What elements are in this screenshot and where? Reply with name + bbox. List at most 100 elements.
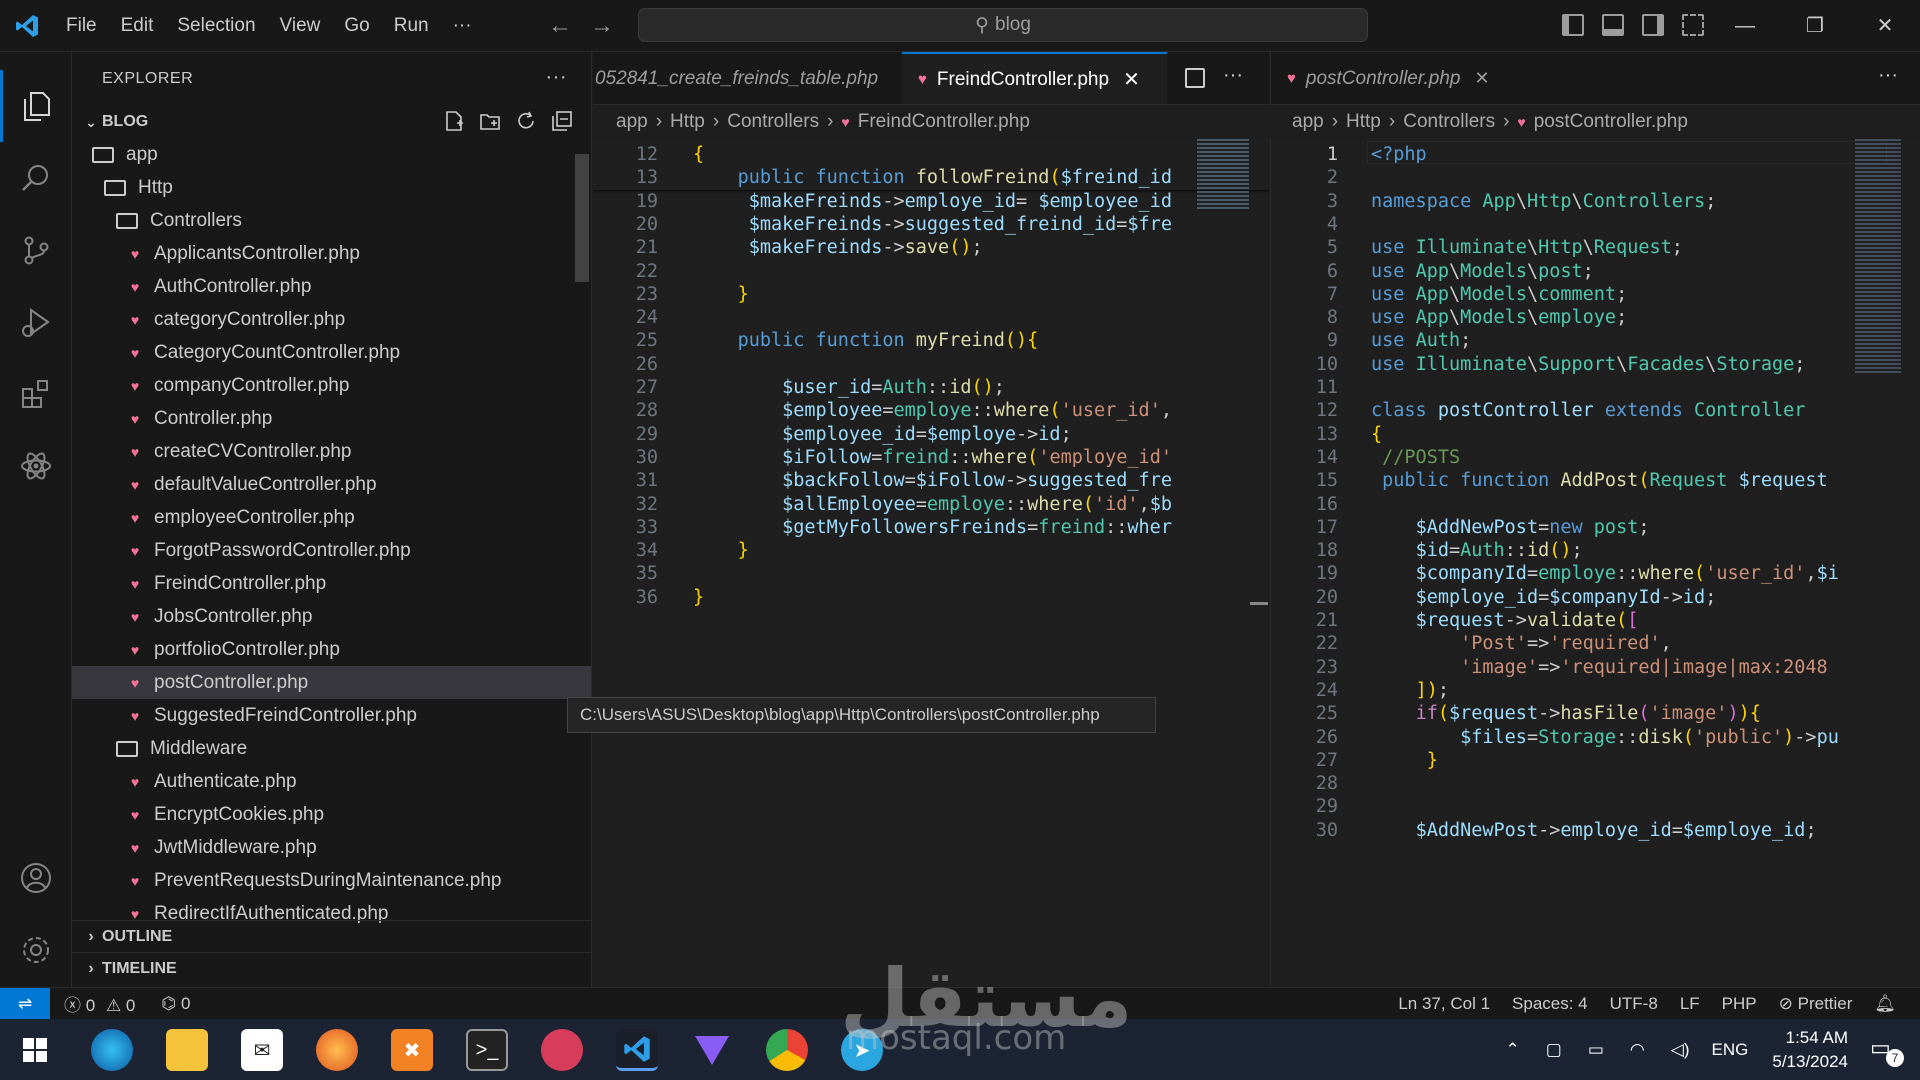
end-of-line[interactable]: LF <box>1680 994 1700 1014</box>
code-line[interactable]: } <box>693 537 749 566</box>
tab-freind-controller[interactable]: ♥ FreindController.php ✕ <box>902 52 1167 104</box>
battery-icon[interactable]: ▭ <box>1588 1040 1604 1060</box>
restore-button[interactable]: ❐ <box>1780 0 1850 52</box>
vpn-triangle-icon[interactable] <box>691 1029 733 1071</box>
menu-go[interactable]: Go <box>332 0 381 52</box>
left-code-editor[interactable]: 12{13 public function followFreind($frei… <box>593 139 1269 987</box>
right-minimap[interactable] <box>1855 139 1901 374</box>
indentation[interactable]: Spaces: 4 <box>1512 994 1588 1014</box>
mail-icon[interactable]: ✉ <box>241 1029 283 1071</box>
menu-view[interactable]: View <box>268 0 333 52</box>
xampp-icon[interactable]: ✖ <box>391 1029 433 1071</box>
tree-file[interactable]: ♥ defaultValueController.php <box>72 468 591 501</box>
tab-create-freinds-table[interactable]: 052841_create_freinds_table.php <box>593 52 894 104</box>
windows-start-icon[interactable] <box>14 1029 56 1071</box>
code-line[interactable]: class postController extends Controller <box>1371 397 1805 426</box>
chrome-icon[interactable] <box>766 1029 808 1071</box>
crumb-app[interactable]: app <box>1292 111 1324 133</box>
minimize-button[interactable]: — <box>1710 0 1780 52</box>
code-line[interactable]: public function myFreind(){ <box>693 327 1039 356</box>
left-scrollbar-thumb[interactable] <box>1250 602 1268 605</box>
tree-file[interactable]: ♥ CategoryCountController.php <box>72 336 591 369</box>
code-line[interactable]: } <box>693 584 704 613</box>
app-owl-icon[interactable] <box>541 1029 583 1071</box>
code-line[interactable]: public function AddPost(Request $request <box>1371 467 1828 496</box>
code-line[interactable]: $files=Storage::disk('public')->pu <box>1371 724 1839 753</box>
left-minimap[interactable] <box>1197 139 1249 209</box>
wifi-icon[interactable]: ◠ <box>1630 1040 1645 1060</box>
tree-folder[interactable]: app <box>72 138 591 171</box>
code-line[interactable]: use Illuminate\Support\Facades\Storage; <box>1371 351 1805 380</box>
prettier-status[interactable]: ⊘ Prettier <box>1779 994 1853 1014</box>
source-control-icon[interactable] <box>0 214 72 286</box>
crumb-file[interactable]: FreindController.php <box>858 111 1030 133</box>
tab-post-controller[interactable]: ♥ postController.php ✕ <box>1271 52 1506 104</box>
crumb-app[interactable]: app <box>616 111 648 133</box>
back-arrow-icon[interactable]: ← <box>548 12 572 40</box>
toggle-primary-sidebar-icon[interactable] <box>1562 14 1584 36</box>
firefox-icon[interactable] <box>316 1029 358 1071</box>
tree-file[interactable]: ♥ Authenticate.php <box>72 765 591 798</box>
tree-file[interactable]: ♥ Controller.php <box>72 402 591 435</box>
right-code-editor[interactable]: 1 <?php 2 3 namespace App\Http\Controllers; 4… <box>1270 139 1920 987</box>
edge-browser-icon[interactable] <box>91 1029 133 1071</box>
language-mode[interactable]: PHP <box>1722 994 1757 1014</box>
tree-file[interactable]: ♥ categoryController.php <box>72 303 591 336</box>
problems-indicator[interactable]: ⓧ 0 ⚠ 0 <box>64 991 135 1016</box>
menu-selection[interactable]: Selection <box>165 0 267 52</box>
toggle-panel-icon[interactable] <box>1602 14 1624 36</box>
menu-file[interactable]: File <box>54 0 109 52</box>
code-line[interactable]: $AddNewPost->employe_id=$employe_id; <box>1371 817 1817 846</box>
tree-file[interactable]: ♥ portfolioController.php <box>72 633 591 666</box>
tree-file[interactable]: ♥ JwtMiddleware.php <box>72 831 591 864</box>
extensions-icon[interactable] <box>0 358 72 430</box>
tray-app-icon[interactable]: ▢ <box>1546 1040 1562 1060</box>
volume-icon[interactable]: ◁) <box>1671 1040 1690 1060</box>
accounts-icon[interactable] <box>0 842 72 914</box>
tree-file[interactable]: ♥ EncryptCookies.php <box>72 798 591 831</box>
cursor-position[interactable]: Ln 37, Col 1 <box>1398 994 1490 1014</box>
input-language[interactable]: ENG <box>1712 1040 1749 1060</box>
run-debug-icon[interactable] <box>0 286 72 358</box>
menu-edit[interactable]: Edit <box>109 0 166 52</box>
tree-file[interactable]: ♥ PreventRequestsDuringMaintenance.php <box>72 864 591 897</box>
tree-file[interactable]: ♥ ApplicantsController.php <box>72 237 591 270</box>
editor-more-icon[interactable]: ··· <box>1878 64 1898 87</box>
tree-file[interactable]: ♥ postController.php <box>72 666 591 699</box>
new-file-icon[interactable] <box>443 110 465 132</box>
tree-scrollbar[interactable] <box>575 154 589 282</box>
notification-center-icon[interactable]: ▭ 7 <box>1870 1035 1904 1067</box>
clock[interactable]: 1:54 AM 5/13/2024 <box>1772 1026 1848 1074</box>
tree-file[interactable]: ♥ JobsController.php <box>72 600 591 633</box>
menu-run[interactable]: Run <box>382 0 441 52</box>
crumb-controllers[interactable]: Controllers <box>1403 111 1495 133</box>
vscode-taskbar-icon[interactable] <box>616 1029 658 1071</box>
forward-arrow-icon[interactable]: → <box>590 12 614 40</box>
code-line[interactable]: namespace App\Http\Controllers; <box>1371 188 1716 217</box>
code-line[interactable]: } <box>1371 747 1438 776</box>
crumb-http[interactable]: Http <box>1346 111 1381 133</box>
tree-folder[interactable]: Controllers <box>72 204 591 237</box>
tray-expand-icon[interactable]: ⌃ <box>1506 1040 1520 1060</box>
terminal-icon[interactable]: >_ <box>466 1029 508 1071</box>
close-tab-icon[interactable]: ✕ <box>1474 68 1489 89</box>
collapse-all-icon[interactable] <box>551 110 573 132</box>
outline-section[interactable]: › OUTLINE <box>72 920 591 952</box>
react-atom-icon[interactable] <box>0 430 72 502</box>
new-folder-icon[interactable] <box>479 110 501 132</box>
refresh-icon[interactable] <box>515 110 537 132</box>
close-window-button[interactable]: ✕ <box>1850 0 1920 52</box>
settings-gear-icon[interactable] <box>0 914 72 986</box>
editor-more-icon[interactable]: ··· <box>1223 64 1243 87</box>
code-line[interactable]: } <box>693 281 749 310</box>
code-line[interactable]: $getMyFollowersFreinds=freind::wher <box>693 514 1172 543</box>
crumb-controllers[interactable]: Controllers <box>727 111 819 133</box>
close-tab-icon[interactable]: ✕ <box>1123 67 1140 92</box>
remote-indicator-icon[interactable]: ⇌ <box>0 987 50 1020</box>
command-center-search[interactable]: ⚲ blog <box>638 8 1368 42</box>
tree-file[interactable]: ♥ createCVController.php <box>72 435 591 468</box>
menu-more[interactable]: ··· <box>441 0 484 52</box>
ports-indicator[interactable]: ⌬ 0 <box>161 994 190 1014</box>
notifications-bell-icon[interactable]: 🔔︎ <box>1874 994 1896 1014</box>
tree-file[interactable]: ♥ FreindController.php <box>72 567 591 600</box>
